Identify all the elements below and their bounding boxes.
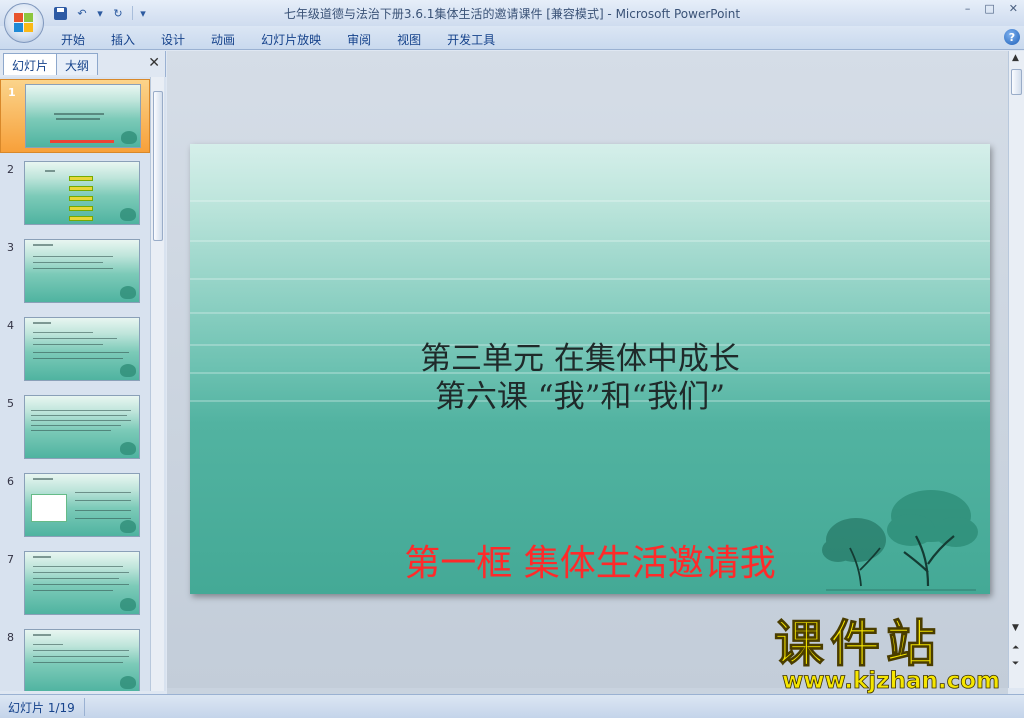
slide-thumbnail-6[interactable]: 6 <box>0 469 150 543</box>
thumbnail-preview <box>24 161 140 225</box>
help-icon[interactable]: ? <box>1004 29 1020 45</box>
thumbnail-list: 1 2 3 4 5 6 7 8 <box>0 77 166 691</box>
thumbnail-preview <box>25 84 141 148</box>
thumbnail-scrollbar[interactable] <box>150 77 164 691</box>
slide-thumbnail-1[interactable]: 1 <box>0 79 150 153</box>
slide-thumbnail-2[interactable]: 2 <box>0 157 150 231</box>
slide-thumbnail-4[interactable]: 4 <box>0 313 150 387</box>
thumbnail-number: 3 <box>7 241 14 254</box>
maximize-button[interactable]: □ <box>984 2 994 15</box>
slides-panel: 幻灯片 大纲 ✕ 1 2 3 4 5 6 7 8 <box>0 51 166 691</box>
title-line-1: 第三单元 在集体中成长 <box>420 341 740 377</box>
minimize-button[interactable]: – <box>965 2 971 15</box>
slide-editing-area: 第三单元 在集体中成长 第六课 “我”和“我们” 第一框 集体生活邀请我 <box>167 51 1008 688</box>
tab-home[interactable]: 开始 <box>48 29 98 50</box>
tab-design[interactable]: 设计 <box>148 29 198 50</box>
window-title: 七年级道德与法治下册3.6.1集体生活的邀请课件 [兼容模式] - Micros… <box>283 7 741 21</box>
thumbnail-preview <box>24 629 140 691</box>
close-button[interactable]: ✕ <box>1009 2 1018 15</box>
slide-thumbnail-3[interactable]: 3 <box>0 235 150 309</box>
tab-view[interactable]: 视图 <box>384 29 434 50</box>
status-separator <box>84 698 85 716</box>
slide-position: 幻灯片 1/19 <box>8 701 75 715</box>
slide-title[interactable]: 第三单元 在集体中成长 第六课 “我”和“我们” <box>190 340 970 416</box>
tab-slide-show[interactable]: 幻灯片放映 <box>248 29 334 50</box>
ribbon-tabs: 开始 插入 设计 动画 幻灯片放映 审阅 视图 开发工具 <box>48 29 508 50</box>
thumbnail-number: 7 <box>7 553 14 566</box>
ribbon: 开始 插入 设计 动画 幻灯片放映 审阅 视图 开发工具 ? <box>0 26 1024 50</box>
thumbnail-number: 2 <box>7 163 14 176</box>
panel-tabs: 幻灯片 大纲 ✕ <box>0 53 166 75</box>
thumbnail-number: 8 <box>7 631 14 644</box>
watermark-logo-text: 课件站 <box>774 615 942 673</box>
watermark-url: www.kjzhan.com <box>782 668 1001 695</box>
slide-thumbnail-5[interactable]: 5 <box>0 391 150 465</box>
title-bar: ↶ ▾ ↻ ▾ 七年级道德与法治下册3.6.1集体生活的邀请课件 [兼容模式] … <box>0 0 1024 26</box>
scroll-up-icon[interactable]: ▲ <box>1012 53 1019 63</box>
watermark: 课件站 www.kjzhan.com <box>774 616 1014 696</box>
tree-decoration-icon <box>822 490 978 591</box>
office-logo-icon <box>14 13 34 33</box>
thumbnail-preview <box>24 395 140 459</box>
tab-review[interactable]: 审阅 <box>334 29 384 50</box>
thumbnail-preview <box>24 551 140 615</box>
tab-slides[interactable]: 幻灯片 <box>3 53 58 75</box>
close-icon[interactable]: ✕ <box>148 55 160 71</box>
thumbnail-preview <box>24 317 140 381</box>
thumbnail-preview <box>24 239 140 303</box>
scrollbar-thumb[interactable] <box>1011 69 1022 95</box>
thumbnail-number: 5 <box>7 397 14 410</box>
tab-outline[interactable]: 大纲 <box>56 53 99 75</box>
scrollbar-thumb[interactable] <box>153 91 163 241</box>
title-line-2: 第六课 “我”和“我们” <box>434 379 726 415</box>
thumbnail-preview <box>24 473 140 537</box>
editor-vertical-scrollbar[interactable]: ▲ ▼ ⏶ ⏷ <box>1008 51 1024 688</box>
status-bar: 幻灯片 1/19 <box>0 694 1024 718</box>
tab-developer[interactable]: 开发工具 <box>434 29 508 50</box>
tab-insert[interactable]: 插入 <box>98 29 148 50</box>
slide-thumbnail-8[interactable]: 8 <box>0 625 150 691</box>
slide-canvas[interactable]: 第三单元 在集体中成长 第六课 “我”和“我们” 第一框 集体生活邀请我 <box>190 144 990 594</box>
thumbnail-number: 6 <box>7 475 14 488</box>
tab-animations[interactable]: 动画 <box>198 29 248 50</box>
thumbnail-number: 4 <box>7 319 14 332</box>
window-controls: – □ ✕ <box>965 2 1018 15</box>
slide-thumbnail-7[interactable]: 7 <box>0 547 150 621</box>
office-button[interactable] <box>4 3 44 43</box>
thumbnail-number: 1 <box>8 86 16 99</box>
